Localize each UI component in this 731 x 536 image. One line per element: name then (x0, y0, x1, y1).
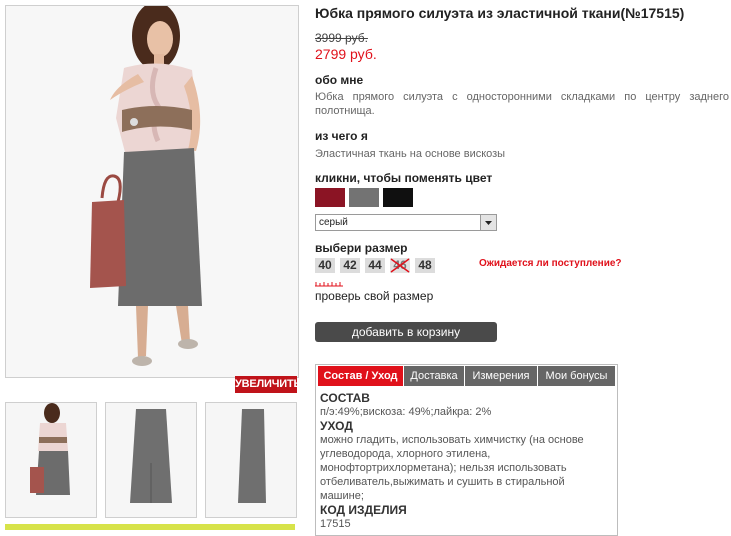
size-option-48[interactable]: 48 (415, 258, 435, 273)
size-option-46-unavailable[interactable]: 46 (390, 258, 410, 273)
composition-text: п/э:49%;вискоза: 49%;лайкра: 2% (320, 406, 492, 418)
size-option-42[interactable]: 42 (340, 258, 360, 273)
chevron-down-icon[interactable] (480, 215, 496, 230)
about-heading: обо мне (315, 73, 364, 87)
cross-icon (390, 258, 410, 273)
size-guide-link[interactable]: проверь свой размер (315, 289, 433, 303)
old-price: 3999 руб. (315, 31, 368, 45)
zoom-button[interactable]: УВЕЛИЧИТЬ (235, 376, 301, 393)
about-text: Юбка прямого силуэта с односторонними ск… (315, 91, 729, 117)
size-heading: выбери размер (315, 241, 408, 255)
add-to-cart-button[interactable]: добавить в корзину (315, 322, 497, 342)
tab-bonuses[interactable]: Мои бонусы (538, 366, 616, 386)
ruler-icon (315, 282, 343, 287)
size-option-44[interactable]: 44 (365, 258, 385, 273)
product-code-heading: КОД ИЗДЕЛИЯ (320, 503, 407, 517)
color-swatch-black[interactable] (383, 188, 413, 207)
tab-delivery[interactable]: Доставка (404, 366, 465, 386)
thumbnail-image (6, 403, 96, 517)
size-option-40[interactable]: 40 (315, 258, 335, 273)
material-text: Эластичная ткань на основе вискозы (315, 148, 506, 160)
care-text: можно гладить, использовать химчистку (н… (320, 434, 584, 502)
thumbnail-image (106, 403, 196, 517)
composition-heading: СОСТАВ (320, 391, 370, 405)
tab-measurements[interactable]: Измерения (465, 366, 538, 386)
product-main-photo[interactable] (5, 5, 299, 378)
color-swatch-gray[interactable] (349, 188, 379, 207)
care-heading: УХОД (320, 419, 353, 433)
thumbnail-2[interactable] (105, 402, 197, 518)
color-select[interactable]: серый (315, 214, 497, 231)
product-code-value: 17515 (320, 518, 351, 530)
thumbnail-3[interactable] (205, 402, 297, 518)
color-swatch-red[interactable] (315, 188, 345, 207)
color-select-value: серый (319, 217, 348, 228)
availability-link[interactable]: Ожидается ли поступление? (479, 258, 622, 269)
color-heading: кликни, чтобы поменять цвет (315, 171, 493, 185)
thumbnail-1[interactable] (5, 402, 97, 518)
promo-bar (5, 524, 295, 530)
model-photo (6, 6, 298, 377)
tab-composition[interactable]: Состав / Уход (318, 366, 404, 386)
material-heading: из чего я (315, 129, 368, 143)
details-content: СОСТАВ п/э:49%;вискоза: 49%;лайкра: 2% У… (320, 391, 610, 531)
product-title: Юбка прямого силуэта из эластичной ткани… (315, 5, 685, 21)
sale-price: 2799 руб. (315, 46, 377, 62)
thumbnail-image (206, 403, 296, 517)
